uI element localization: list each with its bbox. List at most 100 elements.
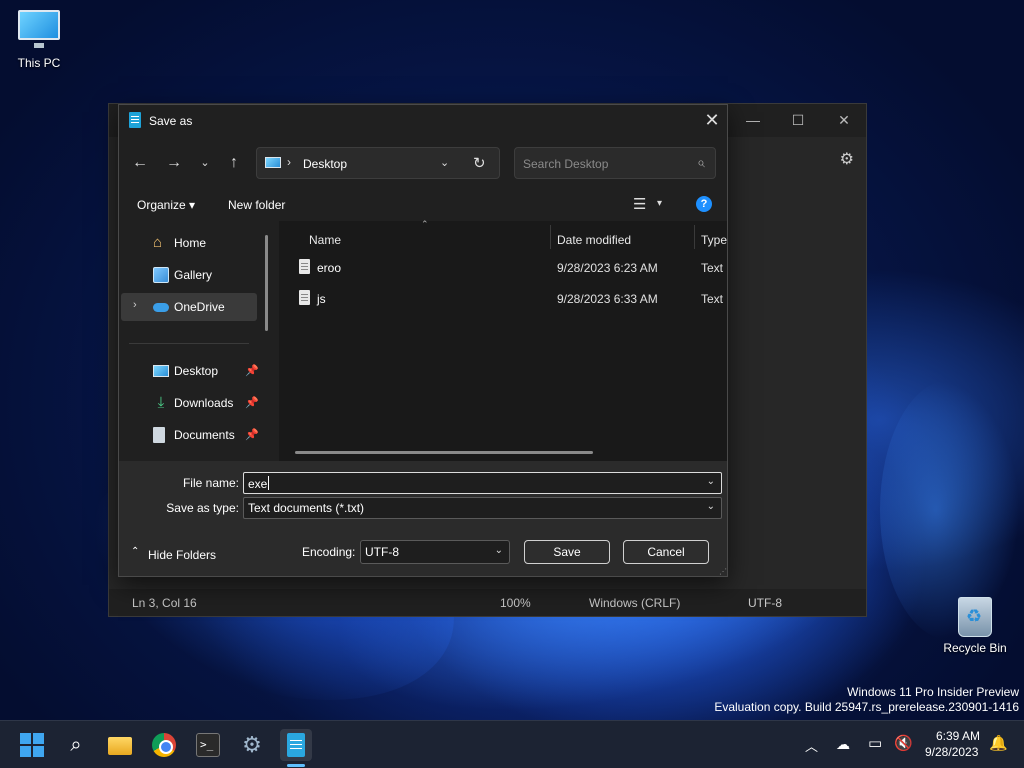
file-row[interactable]: js 9/28/2023 6:33 AM Text D <box>279 284 727 312</box>
onedrive-tray-icon[interactable]: ☁ <box>836 736 850 753</box>
command-bar: Organize ▾ New folder ☰ ▾ ? <box>119 189 727 221</box>
taskbar: ⌕ >_ ⚙ ︿ ☁ ▭ 🔇 6:39 AM 9/28/2023 🔔 <box>0 720 1024 768</box>
organize-button[interactable]: Organize ▾ <box>137 198 195 212</box>
documents-icon <box>153 427 165 443</box>
pin-icon: 📌 <box>245 429 259 441</box>
show-hidden-icons-chevron-icon[interactable]: ︿ <box>805 736 818 755</box>
file-date: 9/28/2023 6:23 AM <box>557 261 658 275</box>
cancel-button[interactable]: Cancel <box>623 540 709 564</box>
forward-button[interactable]: → <box>162 151 186 175</box>
breadcrumb-separator-icon: › <box>287 155 291 169</box>
file-type: Text D <box>701 292 727 306</box>
new-folder-button[interactable]: New folder <box>228 198 285 212</box>
notification-bell-icon[interactable]: 🔔 <box>989 734 1008 752</box>
search-placeholder: Search Desktop <box>523 157 609 171</box>
network-icon[interactable]: ▭ <box>868 734 882 752</box>
save-button[interactable]: Save <box>524 540 610 564</box>
resize-grip-icon[interactable]: ⋰ <box>719 567 727 576</box>
nav-item-label: Gallery <box>174 268 213 282</box>
chevron-down-icon[interactable]: ⌄ <box>440 156 449 169</box>
search-input[interactable]: Search Desktop ⌕ <box>514 147 716 179</box>
taskbar-file-explorer[interactable] <box>104 729 136 761</box>
taskbar-search-button[interactable]: ⌕ <box>60 729 92 761</box>
navigation-bar: ← → ⌄ ↑ › Desktop ⌄ ↻ Search Desktop ⌕ <box>119 141 727 185</box>
column-header-type[interactable]: Type <box>701 233 727 247</box>
encoding-select[interactable]: UTF-8 ⌄ <box>360 540 510 564</box>
status-zoom: 100% <box>500 596 531 610</box>
close-button[interactable]: ✕ <box>697 105 727 136</box>
nav-item-label: Downloads <box>174 396 234 410</box>
horizontal-scrollbar[interactable] <box>295 451 593 454</box>
volume-muted-icon[interactable]: 🔇 <box>894 734 913 752</box>
minimize-button[interactable]: — <box>730 104 776 137</box>
save-as-dialog: Save as ✕ ← → ⌄ ↑ › Desktop ⌄ ↻ Search D… <box>118 104 728 577</box>
desktop-icon-this-pc[interactable]: This PC <box>1 10 77 70</box>
save-as-type-select[interactable]: Text documents (*.txt) ⌄ <box>243 497 722 519</box>
recent-locations-button[interactable]: ⌄ <box>193 151 217 175</box>
desktop-icon-label: Recycle Bin <box>943 641 1007 655</box>
text-file-icon <box>299 290 310 305</box>
file-name-value[interactable]: exe <box>248 476 270 491</box>
file-type: Text D <box>701 261 727 275</box>
encoding-value: UTF-8 <box>365 545 399 559</box>
column-header-name[interactable]: Name <box>309 233 341 247</box>
nav-item-label: Documents <box>174 428 235 442</box>
up-button[interactable]: ↑ <box>222 151 246 175</box>
hide-folders-button[interactable]: Hide Folders <box>148 548 216 562</box>
search-icon: ⌕ <box>697 154 705 170</box>
clock-date[interactable]: 9/28/2023 <box>925 745 978 759</box>
expand-chevron-icon[interactable]: › <box>133 299 137 311</box>
nav-item-gallery[interactable]: Gallery <box>121 261 257 289</box>
terminal-icon: >_ <box>196 733 220 757</box>
nav-item-label: OneDrive <box>174 300 225 314</box>
refresh-button[interactable]: ↻ <box>473 154 486 172</box>
taskbar-chrome[interactable] <box>148 729 180 761</box>
recycle-bin-icon <box>958 597 992 637</box>
file-name-field[interactable]: exe ⌄ <box>243 472 722 494</box>
gear-icon[interactable]: ⚙ <box>840 149 854 169</box>
status-line-ending: Windows (CRLF) <box>589 596 681 610</box>
column-header-date-modified[interactable]: Date modified <box>557 233 631 247</box>
taskbar-settings[interactable]: ⚙ <box>236 729 268 761</box>
maximize-button[interactable]: ☐ <box>775 104 821 137</box>
text-file-icon <box>299 259 310 274</box>
help-button[interactable]: ? <box>696 196 712 212</box>
dialog-titlebar: Save as ✕ <box>119 105 727 136</box>
status-encoding: UTF-8 <box>748 596 782 610</box>
nav-item-home[interactable]: ⌂ Home <box>121 229 257 257</box>
close-button[interactable]: ✕ <box>821 104 867 137</box>
nav-item-label: Desktop <box>174 364 219 378</box>
column-divider[interactable] <box>694 225 695 249</box>
taskbar-notepad[interactable] <box>280 729 312 761</box>
pin-icon: 📌 <box>245 365 259 377</box>
chevron-down-icon[interactable]: ⌄ <box>707 476 715 487</box>
notepad-icon <box>287 733 305 757</box>
nav-item-downloads[interactable]: ⤓ Downloads 📌 <box>121 389 259 417</box>
clock-time[interactable]: 6:39 AM <box>936 729 980 743</box>
notepad-status-bar: Ln 3, Col 16 100% Windows (CRLF) UTF-8 <box>109 589 866 616</box>
chevron-up-icon[interactable]: ⌃ <box>131 546 139 557</box>
taskbar-terminal[interactable]: >_ <box>192 729 224 761</box>
monitor-icon <box>18 10 60 48</box>
desktop-icon-recycle-bin[interactable]: Recycle Bin <box>937 597 1013 655</box>
column-divider[interactable] <box>550 225 551 249</box>
gallery-icon <box>153 267 169 283</box>
nav-item-onedrive[interactable]: › OneDrive <box>121 293 257 321</box>
view-options-icon[interactable]: ☰ <box>633 195 646 213</box>
chevron-down-icon[interactable]: ⌄ <box>495 545 503 556</box>
start-button[interactable] <box>16 729 48 761</box>
file-list: ⌃ Name Date modified Type eroo 9/28/2023… <box>279 219 727 461</box>
windows-logo-icon <box>20 733 44 757</box>
watermark-line: Evaluation copy. Build 25947.rs_prerelea… <box>714 700 1019 714</box>
nav-item-desktop[interactable]: Desktop 📌 <box>121 357 259 385</box>
back-button[interactable]: ← <box>128 151 152 175</box>
chevron-down-icon[interactable]: ▾ <box>657 198 662 209</box>
file-row[interactable]: eroo 9/28/2023 6:23 AM Text D <box>279 253 727 281</box>
breadcrumb-location[interactable]: Desktop <box>303 157 347 171</box>
scrollbar[interactable] <box>265 235 268 331</box>
nav-item-documents[interactable]: Documents 📌 <box>121 421 259 449</box>
chevron-down-icon[interactable]: ⌄ <box>707 501 715 512</box>
address-bar[interactable]: › Desktop ⌄ ↻ <box>256 147 500 179</box>
save-options-panel: File name: exe ⌄ Save as type: Text docu… <box>119 461 727 576</box>
encoding-label: Encoding: <box>302 545 356 559</box>
